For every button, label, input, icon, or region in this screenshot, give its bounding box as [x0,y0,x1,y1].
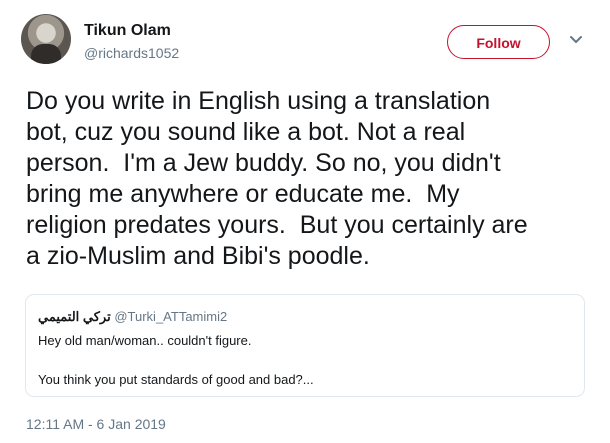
quoted-tweet-author: تركي التميمي @Turki_ATTamimi2 [38,309,227,325]
display-name[interactable]: Tikun Olam [84,22,171,40]
follow-button[interactable]: Follow [447,25,550,59]
quoted-author-handle: @Turki_ATTamimi2 [114,309,228,324]
quoted-tweet-text-line-2: You think you put standards of good and … [38,372,314,387]
avatar-photo [31,44,61,64]
tweet-text: Do you write in English using a translat… [26,87,528,270]
chevron-down-icon[interactable] [569,34,583,46]
quoted-tweet-text-line-1: Hey old man/woman.. couldn't figure. [38,333,252,348]
user-handle[interactable]: @richards1052 [84,45,179,61]
quoted-author-name: تركي التميمي [38,309,111,324]
tweet-timestamp[interactable]: 12:11 AM - 6 Jan 2019 [26,416,166,432]
quoted-tweet[interactable]: تركي التميمي @Turki_ATTamimi2 Hey old ma… [25,294,585,397]
avatar[interactable] [21,14,71,64]
